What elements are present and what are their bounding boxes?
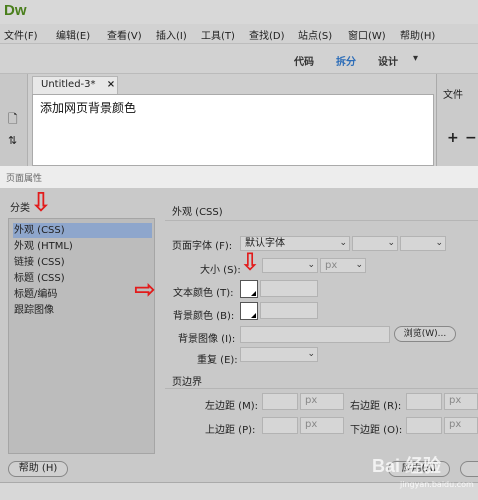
bottom-margin-input[interactable] bbox=[406, 417, 442, 434]
app-logo: Dw bbox=[4, 2, 27, 19]
size-select[interactable]: ⌄ bbox=[262, 258, 318, 273]
size-label: 大小 (S): bbox=[200, 265, 241, 276]
menu-edit[interactable]: 编辑(E) bbox=[56, 27, 90, 42]
background-color-swatch[interactable] bbox=[240, 302, 258, 320]
section-divider bbox=[165, 220, 478, 221]
design-view-button[interactable]: 设计 bbox=[378, 53, 398, 68]
right-margin-input[interactable] bbox=[406, 393, 442, 410]
document-text: 添加网页背景颜色 bbox=[40, 101, 137, 115]
category-list: 外观 (CSS) 外观 (HTML) 链接 (CSS) 标题 (CSS) 标题/… bbox=[8, 218, 155, 454]
text-color-input[interactable] bbox=[260, 280, 318, 297]
annotation-down-arrow: ⇩ bbox=[30, 188, 52, 218]
menu-site[interactable]: 站点(S) bbox=[298, 27, 332, 42]
text-color-label: 文本颜色 (T): bbox=[173, 288, 234, 299]
size-unit-value: px bbox=[325, 260, 338, 271]
left-toolbar: 🗋 ⇅ bbox=[0, 74, 28, 166]
menu-window[interactable]: 窗口(W) bbox=[348, 27, 386, 42]
file-icon[interactable]: 🗋 bbox=[8, 110, 18, 131]
browse-button[interactable]: 浏览(W)... bbox=[394, 326, 456, 342]
right-margin-unit-select[interactable]: px bbox=[444, 393, 478, 410]
document-tab[interactable]: Untitled-3* × bbox=[32, 76, 118, 94]
menu-help[interactable]: 帮助(H) bbox=[400, 27, 435, 42]
dialog-title: 页面属性 bbox=[6, 174, 43, 184]
left-margin-input[interactable] bbox=[262, 393, 298, 410]
menu-bar: 文件(F) 编辑(E) 查看(V) 插入(I) 工具(T) 查找(D) 站点(S… bbox=[0, 24, 478, 44]
top-margin-unit: px bbox=[305, 419, 318, 430]
section-title: 外观 (CSS) bbox=[172, 207, 223, 218]
chevron-down-icon: ⌄ bbox=[307, 260, 315, 270]
split-view-button[interactable]: 拆分 bbox=[336, 53, 356, 68]
sort-icon[interactable]: ⇅ bbox=[8, 134, 17, 147]
chevron-down-icon: ⌄ bbox=[435, 238, 443, 248]
text-color-swatch[interactable] bbox=[240, 280, 258, 298]
title-bar bbox=[0, 0, 478, 24]
background-image-input[interactable] bbox=[240, 326, 390, 343]
menu-tools[interactable]: 工具(T) bbox=[201, 27, 235, 42]
files-panel: 文件 + − bbox=[436, 74, 478, 166]
menu-insert[interactable]: 插入(I) bbox=[156, 27, 187, 42]
left-margin-unit: px bbox=[305, 395, 318, 406]
right-margin-unit: px bbox=[449, 395, 462, 406]
bottom-margin-unit: px bbox=[449, 419, 462, 430]
background-color-input[interactable] bbox=[260, 302, 318, 319]
category-item-appearance-css[interactable]: 外观 (CSS) bbox=[13, 223, 152, 238]
repeat-select[interactable]: ⌄ bbox=[240, 347, 318, 362]
menu-find[interactable]: 查找(D) bbox=[249, 27, 285, 42]
background-color-label: 背景颜色 (B): bbox=[173, 311, 235, 322]
margins-title: 页边界 bbox=[172, 377, 202, 388]
category-label: 分类 bbox=[10, 203, 30, 214]
chevron-down-icon: ⌄ bbox=[387, 238, 395, 248]
watermark-logo: Bai 经验 bbox=[372, 456, 442, 476]
ok-button[interactable] bbox=[460, 461, 478, 477]
font-weight-select[interactable]: ⌄ bbox=[400, 236, 446, 251]
category-item-appearance-html[interactable]: 外观 (HTML) bbox=[13, 239, 152, 254]
background-image-label: 背景图像 (I): bbox=[178, 334, 236, 345]
view-toolbar: 代码 拆分 设计 ▾ bbox=[0, 44, 478, 74]
size-unit-select[interactable]: px ⌄ bbox=[320, 258, 366, 273]
chevron-down-icon: ⌄ bbox=[355, 260, 363, 270]
margins-divider bbox=[165, 388, 478, 389]
chevron-down-icon: ⌄ bbox=[307, 349, 315, 359]
top-margin-label: 上边距 (P): bbox=[205, 425, 256, 436]
minus-icon[interactable]: − bbox=[465, 130, 477, 146]
plus-icon[interactable]: + bbox=[447, 130, 459, 146]
right-margin-label: 右边距 (R): bbox=[350, 401, 402, 412]
code-view-button[interactable]: 代码 bbox=[294, 53, 314, 68]
watermark-url: jingyan.baidu.com bbox=[400, 480, 474, 489]
bottom-margin-label: 下边距 (O): bbox=[350, 425, 403, 436]
category-item-links-css[interactable]: 链接 (CSS) bbox=[13, 255, 152, 270]
menu-view[interactable]: 查看(V) bbox=[107, 27, 142, 42]
dialog-title-bar bbox=[0, 166, 478, 188]
help-button[interactable]: 帮助 (H) bbox=[8, 461, 68, 477]
font-style-select[interactable]: ⌄ bbox=[352, 236, 398, 251]
view-dropdown-icon[interactable]: ▾ bbox=[413, 53, 418, 64]
left-margin-unit-select[interactable]: px bbox=[300, 393, 344, 410]
category-item-title-encoding[interactable]: 标题/编码 bbox=[13, 287, 152, 302]
repeat-label: 重复 (E): bbox=[197, 355, 238, 366]
files-tab[interactable]: 文件 bbox=[443, 86, 463, 101]
annotation-right-arrow: ⇨ bbox=[134, 275, 156, 305]
left-margin-label: 左边距 (M): bbox=[205, 401, 258, 412]
close-icon[interactable]: × bbox=[107, 79, 115, 90]
menu-file[interactable]: 文件(F) bbox=[4, 27, 38, 42]
chevron-down-icon: ⌄ bbox=[339, 238, 347, 248]
top-margin-input[interactable] bbox=[262, 417, 298, 434]
top-margin-unit-select[interactable]: px bbox=[300, 417, 344, 434]
page-font-label: 页面字体 (F): bbox=[172, 241, 233, 252]
category-item-headings-css[interactable]: 标题 (CSS) bbox=[13, 271, 152, 286]
bottom-margin-unit-select[interactable]: px bbox=[444, 417, 478, 434]
document-tab-label: Untitled-3* bbox=[41, 79, 96, 90]
annotation-down-arrow: ⇩ bbox=[240, 248, 261, 276]
category-item-tracing-image[interactable]: 跟踪图像 bbox=[13, 303, 152, 318]
